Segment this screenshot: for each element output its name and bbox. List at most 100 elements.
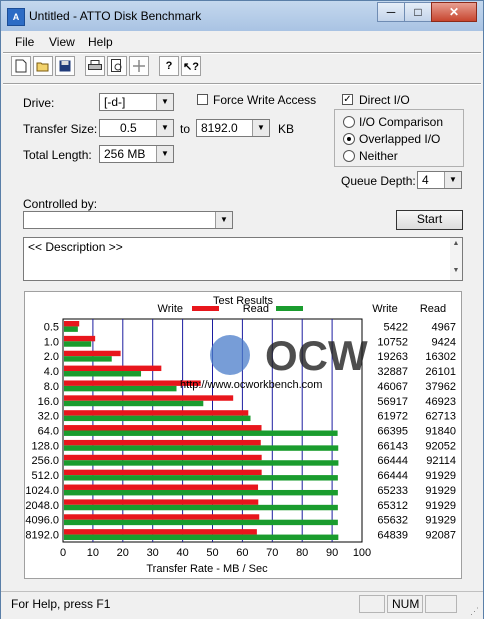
read-bar: [64, 341, 92, 347]
write-bar: [64, 529, 257, 535]
x-tick-label: 40: [176, 547, 188, 559]
y-category-label: 256.0: [31, 455, 59, 467]
results-chart: Test Results Write Read Write Read 0 10 20…: [25, 295, 456, 575]
force-write-checkbox[interactable]: [197, 94, 208, 105]
write-bar: [64, 484, 259, 490]
direct-io-checkbox[interactable]: ✓: [342, 94, 353, 105]
description-textarea[interactable]: << Description >> ▲ ▼: [23, 237, 463, 281]
menu-help[interactable]: Help: [88, 35, 113, 49]
drive-label: Drive:: [23, 96, 55, 110]
write-bar: [64, 425, 262, 431]
kb-label: KB: [278, 122, 295, 136]
chevron-down-icon: ▼: [444, 172, 461, 188]
chevron-down-icon: ▼: [156, 146, 173, 162]
read-bar: [64, 326, 78, 332]
description-text: << Description >>: [28, 240, 123, 254]
transfer-from-value: 0.5: [120, 121, 137, 135]
y-category-label: 4.0: [44, 366, 59, 378]
write-bar: [64, 350, 121, 357]
scroll-up-icon[interactable]: ▲: [450, 240, 462, 247]
x-tick-label: 10: [87, 547, 99, 559]
read-bar: [64, 445, 339, 451]
write-bar: [64, 365, 162, 372]
read-value: 46923: [425, 396, 456, 408]
x-tick-label: 60: [236, 547, 248, 559]
read-bar: [64, 430, 338, 436]
status-bar: For Help, press F1 NUM ⋰: [1, 591, 483, 619]
transfer-size-from-select[interactable]: 0.5 ▼: [99, 119, 174, 137]
write-value: 66395: [377, 426, 408, 438]
minimize-button[interactable]: ─: [377, 2, 405, 22]
write-bar: [64, 514, 260, 520]
controlled-by-select[interactable]: ▼: [23, 211, 233, 229]
write-value: 65233: [377, 485, 408, 497]
status-cell-empty: [359, 595, 385, 613]
y-category-label: 4096.0: [25, 515, 59, 527]
print-icon[interactable]: [85, 56, 105, 76]
scroll-down-icon[interactable]: ▼: [450, 267, 462, 274]
legend-write-label: Write: [158, 303, 183, 315]
y-category-label: 0.5: [44, 321, 59, 333]
read-bar: [64, 415, 251, 422]
context-help-icon[interactable]: ↖?: [181, 56, 201, 76]
chevron-down-icon: ▼: [156, 94, 173, 110]
status-help-text: For Help, press F1: [11, 597, 111, 611]
write-bar: [64, 499, 259, 505]
write-bar: [64, 469, 262, 476]
legend-write-swatch: [192, 306, 219, 311]
overlapped-io-radio[interactable]: [343, 133, 355, 145]
y-category-label: 512.0: [31, 470, 59, 482]
transfer-size-to-select[interactable]: 8192.0 ▼: [196, 119, 270, 137]
print-preview-icon[interactable]: [107, 56, 127, 76]
overlapped-io-label: Overlapped I/O: [359, 132, 441, 146]
write-value: 66444: [377, 470, 408, 482]
start-button[interactable]: Start: [396, 210, 463, 230]
y-category-label: 64.0: [38, 426, 59, 438]
io-comparison-radio[interactable]: [343, 116, 355, 128]
read-value: 91929: [425, 500, 456, 512]
y-category-label: 128.0: [31, 440, 59, 452]
y-category-label: 2048.0: [25, 500, 59, 512]
title-bar[interactable]: A Untitled - ATTO Disk Benchmark ─ □ ✕: [1, 1, 483, 31]
help-icon[interactable]: ?: [159, 56, 179, 76]
queue-depth-label: Queue Depth:: [341, 174, 416, 188]
chevron-down-icon: ▼: [156, 120, 173, 136]
toolbar: ? ↖?: [11, 56, 203, 80]
queue-depth-select[interactable]: 4 ▼: [417, 171, 462, 189]
write-value: 32887: [377, 366, 408, 378]
write-value: 56917: [377, 396, 408, 408]
description-scrollbar[interactable]: ▲ ▼: [450, 238, 462, 280]
write-value: 10752: [377, 336, 408, 348]
globe-icon: [210, 335, 250, 375]
write-bar: [64, 395, 234, 401]
maximize-button[interactable]: □: [404, 2, 432, 22]
save-icon[interactable]: [55, 56, 75, 76]
new-icon[interactable]: [11, 56, 31, 76]
neither-radio[interactable]: [343, 150, 355, 162]
total-length-select[interactable]: 256 MB ▼: [99, 145, 174, 163]
move-icon[interactable]: [129, 56, 149, 76]
read-bar: [64, 489, 338, 496]
read-value: 92114: [426, 455, 456, 467]
menu-file[interactable]: File: [15, 35, 34, 49]
read-column-header: Read: [420, 303, 446, 315]
menu-view[interactable]: View: [49, 35, 75, 49]
read-value: 91929: [425, 515, 456, 527]
read-value: 91929: [425, 470, 456, 482]
resize-grip-icon[interactable]: ⋰: [470, 606, 479, 617]
y-category-label: 1.0: [44, 336, 59, 348]
write-value: 65312: [377, 500, 408, 512]
open-icon[interactable]: [33, 56, 53, 76]
legend-read-swatch: [276, 306, 303, 311]
watermark-url: http://www.ocworkbench.com: [180, 379, 322, 391]
write-value: 46067: [377, 381, 408, 393]
read-value: 26101: [425, 366, 456, 378]
direct-io-label: Direct I/O: [359, 93, 410, 107]
write-value: 66444: [377, 455, 408, 467]
x-tick-label: 100: [353, 547, 371, 559]
read-bar: [64, 371, 142, 377]
close-button[interactable]: ✕: [431, 2, 477, 22]
read-bar: [64, 519, 338, 526]
drive-select[interactable]: [-d-] ▼: [99, 93, 174, 111]
read-value: 9424: [432, 336, 456, 348]
